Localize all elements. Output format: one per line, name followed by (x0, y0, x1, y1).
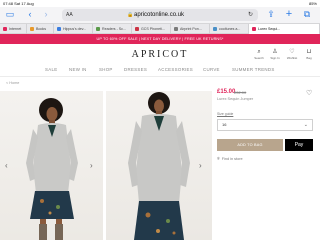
size-select[interactable]: 16 ⌄ (217, 119, 313, 131)
nav-item-shop[interactable]: SHOP (99, 66, 113, 74)
tabs-overview-icon[interactable]: ⧉ (301, 9, 313, 20)
tab[interactable]: Airprint Pon... (171, 24, 210, 34)
breadcrumb-back[interactable]: < Home (6, 81, 19, 85)
share-icon[interactable]: ⇪ (265, 9, 277, 20)
find-in-store-link[interactable]: ⌾ Find in store (217, 156, 243, 161)
tab-favicon (57, 27, 61, 32)
new-tab-icon[interactable]: + (283, 9, 295, 20)
back-icon[interactable]: ‹ (25, 9, 35, 20)
nav-item-accessories[interactable]: ACCESSORIES (158, 66, 193, 74)
header-icons: ⌕ Search ♙ Sign In ♡ Wishlist ⊔ Bag (0, 48, 320, 62)
chevron-down-icon: ⌄ (303, 122, 308, 128)
tab[interactable]: Internet (0, 24, 27, 34)
size-guide-link[interactable]: Size guide (217, 112, 233, 116)
main-nav: SALE NEW IN SHOP DRESSES ACCESSORIES CUR… (0, 66, 320, 74)
status-bar: 07:48 Sat 17 Aug 85% (0, 0, 320, 7)
tab-active[interactable]: Lurex Sequi... (249, 24, 320, 34)
address-bar[interactable]: AA 🔒 apricotonline.co.uk ↻ (62, 9, 258, 21)
bag-icon[interactable]: ⊔ Bag (302, 48, 316, 60)
nav-item-new-in[interactable]: NEW IN (69, 66, 87, 74)
status-time: 07:48 Sat 17 Aug (3, 1, 34, 6)
tab-bar: Internet Books Hippus's dev... Readers -… (0, 23, 320, 34)
tab-favicon (96, 27, 100, 32)
product-photo[interactable] (106, 91, 212, 240)
url-text[interactable]: apricotonline.co.uk (134, 10, 184, 20)
gallery-next-arrow-left[interactable]: › (90, 161, 93, 170)
wishlist-heart-icon[interactable]: ♡ (306, 89, 312, 97)
model-illustration (26, 98, 78, 240)
tab[interactable]: Readers - Sc... (93, 24, 132, 34)
product-name: Lurex Sequin Jumper (217, 97, 254, 101)
size-select-value: 16 (222, 122, 227, 127)
promo-banner[interactable]: UP TO 60% OFF SALE | NEXT DAY DELIVERY |… (0, 34, 320, 44)
account-icon[interactable]: ♙ Sign In (268, 48, 282, 60)
tab[interactable]: cooltunes a... (210, 24, 249, 34)
tab-favicon (135, 27, 139, 32)
product-was-price: £32.00 (234, 90, 247, 95)
gallery-next-arrow[interactable]: › (199, 161, 202, 170)
tab-favicon (252, 27, 256, 32)
product-photo[interactable] (0, 91, 103, 240)
location-pin-icon: ⌾ (217, 156, 220, 161)
tab[interactable]: Books (27, 24, 54, 34)
tab-favicon (3, 27, 7, 32)
tab-favicon (174, 27, 178, 32)
wishlist-icon[interactable]: ♡ Wishlist (285, 48, 299, 60)
tab[interactable]: Hippus's dev... (54, 24, 93, 34)
tab[interactable]: GCS Phoneti... (132, 24, 171, 34)
battery-level: 85% (308, 1, 317, 6)
tab-favicon (213, 27, 217, 32)
nav-item-summer-trends[interactable]: SUMMER TRENDS (232, 66, 275, 74)
nav-item-curve[interactable]: CURVE (203, 66, 220, 74)
product-price: £15.00 (217, 89, 236, 95)
nav-item-dresses[interactable]: DRESSES (124, 66, 147, 74)
text-size-button[interactable]: AA (66, 10, 73, 20)
browser-toolbar: ▭ ‹ › AA 🔒 apricotonline.co.uk ↻ ⇪ + ⧉ (0, 7, 320, 23)
nav-item-sale[interactable]: SALE (45, 66, 57, 74)
gallery-prev-arrow[interactable]: ‹ (5, 161, 8, 170)
lock-icon: 🔒 (127, 12, 134, 18)
reload-icon[interactable]: ↻ (248, 10, 253, 20)
tab-favicon (30, 27, 34, 32)
model-illustration (128, 92, 190, 240)
forward-icon[interactable]: › (41, 9, 51, 20)
add-to-bag-button[interactable]: ADD TO BAG (217, 139, 283, 151)
apple-pay-button[interactable]: Pay (285, 139, 313, 151)
divider (0, 76, 320, 77)
search-icon[interactable]: ⌕ Search (252, 48, 266, 60)
sidebar-icon[interactable]: ▭ (4, 9, 16, 20)
